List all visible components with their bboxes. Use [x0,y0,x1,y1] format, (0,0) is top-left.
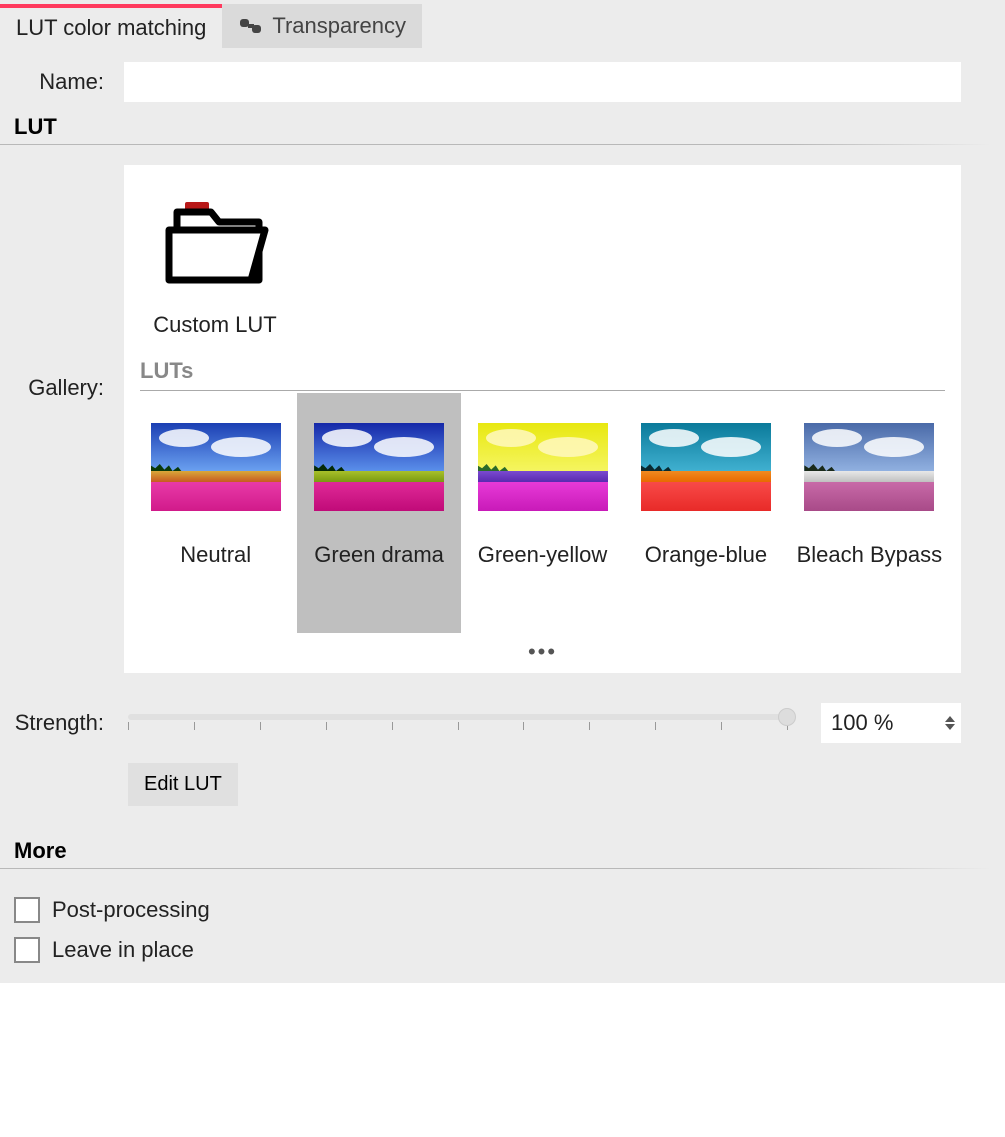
section-header-lut: LUT [0,108,991,145]
strength-spinner[interactable]: 100 % [821,703,961,743]
tab-lut-color-matching[interactable]: LUT color matching [0,4,222,48]
luts-subheader: LUTs [140,358,945,391]
name-label: Name: [14,69,104,95]
post-processing-label[interactable]: Post-processing [52,897,210,923]
spinner-up-icon[interactable] [945,716,955,722]
lut-item-bleach-bypass[interactable]: Bleach Bypass [788,393,951,633]
tab-label: Transparency [272,15,406,37]
leave-in-place-checkbox[interactable] [14,937,40,963]
lut-item-label: Green-yellow [478,541,608,569]
gallery-label: Gallery: [14,165,104,401]
lut-grid: Neutral Green drama [134,393,951,633]
lut-thumbnail [151,423,281,511]
tab-transparency[interactable]: Transparency [222,4,422,48]
lut-item-green-drama[interactable]: Green drama [297,393,460,633]
lut-thumbnail [314,423,444,511]
tab-label: LUT color matching [16,17,206,39]
lut-thumbnail [641,423,771,511]
lut-item-green-yellow[interactable]: Green-yellow [461,393,624,633]
edit-lut-button[interactable]: Edit LUT [128,763,238,806]
lut-item-label: Bleach Bypass [797,541,943,569]
lut-item-label: Green drama [314,541,444,569]
strength-label: Strength: [14,710,104,736]
lut-item-orange-blue[interactable]: Orange-blue [624,393,787,633]
leave-in-place-label[interactable]: Leave in place [52,937,194,963]
gallery-more-button[interactable]: ••• [134,633,951,667]
strength-slider[interactable] [128,708,787,738]
section-header-more: More [0,832,991,869]
lut-item-label: Orange-blue [645,541,767,569]
lut-item-label: Neutral [180,541,251,569]
lut-thumbnail [478,423,608,511]
name-input[interactable] [124,62,961,102]
strength-value: 100 % [821,710,939,736]
lut-item-neutral[interactable]: Neutral [134,393,297,633]
gallery-box: Custom LUT LUTs Neutral [124,165,961,673]
post-processing-checkbox[interactable] [14,897,40,923]
lut-thumbnail [804,423,934,511]
spinner-down-icon[interactable] [945,724,955,730]
transparency-icon [238,14,266,38]
custom-lut-button[interactable]: Custom LUT [140,190,290,338]
tabs: LUT color matching Transparency [0,0,1005,48]
custom-lut-label: Custom LUT [153,312,276,338]
folder-open-icon [155,190,275,296]
